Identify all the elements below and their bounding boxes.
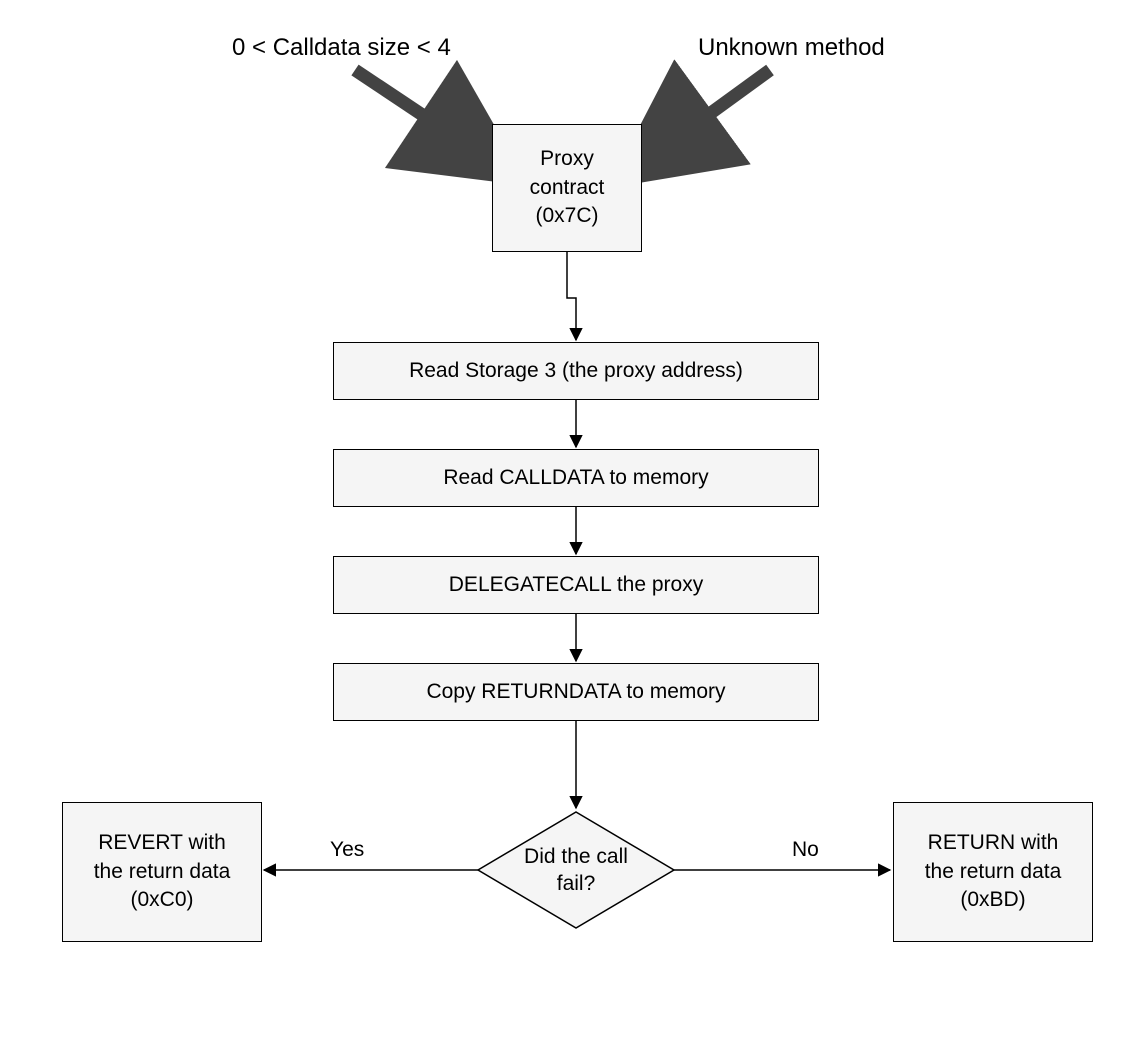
- node-read-calldata: Read CALLDATA to memory: [333, 449, 819, 507]
- node-copy-returndata: Copy RETURNDATA to memory: [333, 663, 819, 721]
- revert-line1: REVERT with: [98, 831, 226, 854]
- proxy-line3: (0x7C): [535, 204, 598, 227]
- decision-text: Did the call fail?: [476, 810, 676, 930]
- node-decision: Did the call fail?: [476, 810, 676, 930]
- return-line3: (0xBD): [960, 888, 1025, 911]
- return-line2: the return data: [925, 860, 1062, 883]
- proxy-line1: Proxy: [540, 147, 594, 170]
- node-proxy-contract: Proxy contract (0x7C): [492, 124, 642, 252]
- return-line1: RETURN with: [928, 831, 1059, 854]
- node-revert: REVERT with the return data (0xC0): [62, 802, 262, 942]
- entry-label-left: 0 < Calldata size < 4: [232, 34, 451, 62]
- edge-label-yes: Yes: [330, 838, 364, 862]
- node-return: RETURN with the return data (0xBD): [893, 802, 1093, 942]
- proxy-line2: contract: [530, 176, 605, 199]
- node-delegatecall: DELEGATECALL the proxy: [333, 556, 819, 614]
- revert-line2: the return data: [94, 860, 231, 883]
- edge-label-no: No: [792, 838, 819, 862]
- entry-label-right: Unknown method: [698, 34, 885, 62]
- revert-line3: (0xC0): [130, 888, 193, 911]
- node-read-storage: Read Storage 3 (the proxy address): [333, 342, 819, 400]
